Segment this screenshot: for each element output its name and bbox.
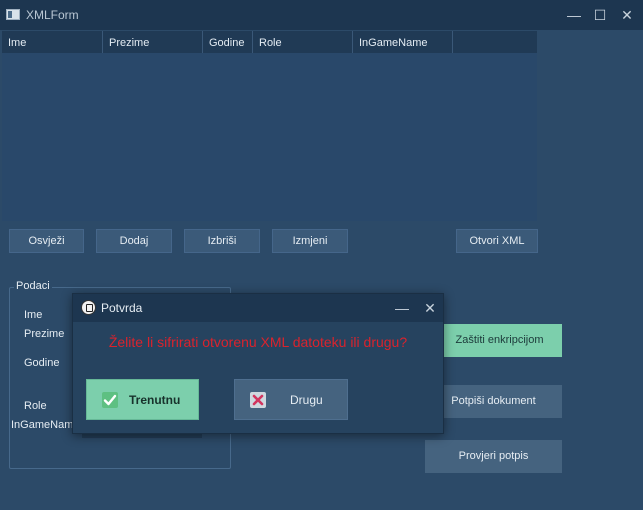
- minimize-button[interactable]: —: [563, 5, 585, 25]
- label-ime: Ime: [24, 309, 43, 321]
- column-header-godine[interactable]: Godine: [203, 31, 253, 53]
- cross-icon: [250, 392, 266, 408]
- dialog-message: Želite li sifrirati otvorenu XML datotek…: [108, 334, 408, 350]
- other-file-label: Drugu: [290, 393, 323, 407]
- confirm-dialog: Potvrda — ✕ Želite li sifrirati otvorenu…: [72, 293, 444, 434]
- refresh-button[interactable]: Osvježi: [9, 229, 84, 253]
- verify-signature-button[interactable]: Provjeri potpis: [425, 440, 562, 473]
- groupbox-title: Podaci: [14, 280, 52, 292]
- checkmark-icon: [102, 392, 118, 408]
- column-header-ingamename[interactable]: InGameName: [353, 31, 453, 53]
- add-button[interactable]: Dodaj: [96, 229, 172, 253]
- maximize-button[interactable]: ☐: [589, 5, 611, 25]
- other-file-button[interactable]: Drugu: [234, 379, 348, 420]
- data-table[interactable]: Ime Prezime Godine Role InGameName: [2, 31, 537, 221]
- dialog-app-icon: [81, 300, 96, 315]
- encrypt-button[interactable]: Zaštiti enkripcijom: [437, 324, 562, 357]
- current-file-label: Trenutnu: [129, 393, 181, 407]
- sign-document-button[interactable]: Potpiši dokument: [425, 385, 562, 418]
- open-xml-button[interactable]: Otvori XML: [456, 229, 538, 253]
- dialog-minimize-button[interactable]: —: [391, 298, 413, 318]
- dialog-title: Potvrda: [101, 301, 143, 315]
- label-role: Role: [24, 400, 47, 412]
- dialog-titlebar: Potvrda — ✕: [73, 294, 443, 322]
- table-header: Ime Prezime Godine Role InGameName: [2, 31, 537, 53]
- column-header-ime[interactable]: Ime: [2, 31, 103, 53]
- app-icon: [6, 9, 20, 20]
- column-header-role[interactable]: Role: [253, 31, 353, 53]
- column-header-prezime[interactable]: Prezime: [103, 31, 203, 53]
- dialog-close-button[interactable]: ✕: [419, 298, 441, 318]
- window-title: XMLForm: [26, 8, 79, 22]
- main-titlebar: XMLForm — ☐ ✕: [0, 0, 643, 30]
- label-prezime: Prezime: [24, 328, 65, 340]
- edit-button[interactable]: Izmjeni: [272, 229, 348, 253]
- label-godine: Godine: [24, 357, 60, 369]
- label-ingamename: InGameName: [11, 419, 80, 431]
- close-button[interactable]: ✕: [616, 5, 638, 25]
- current-file-button[interactable]: Trenutnu: [86, 379, 199, 420]
- delete-button[interactable]: Izbriši: [184, 229, 260, 253]
